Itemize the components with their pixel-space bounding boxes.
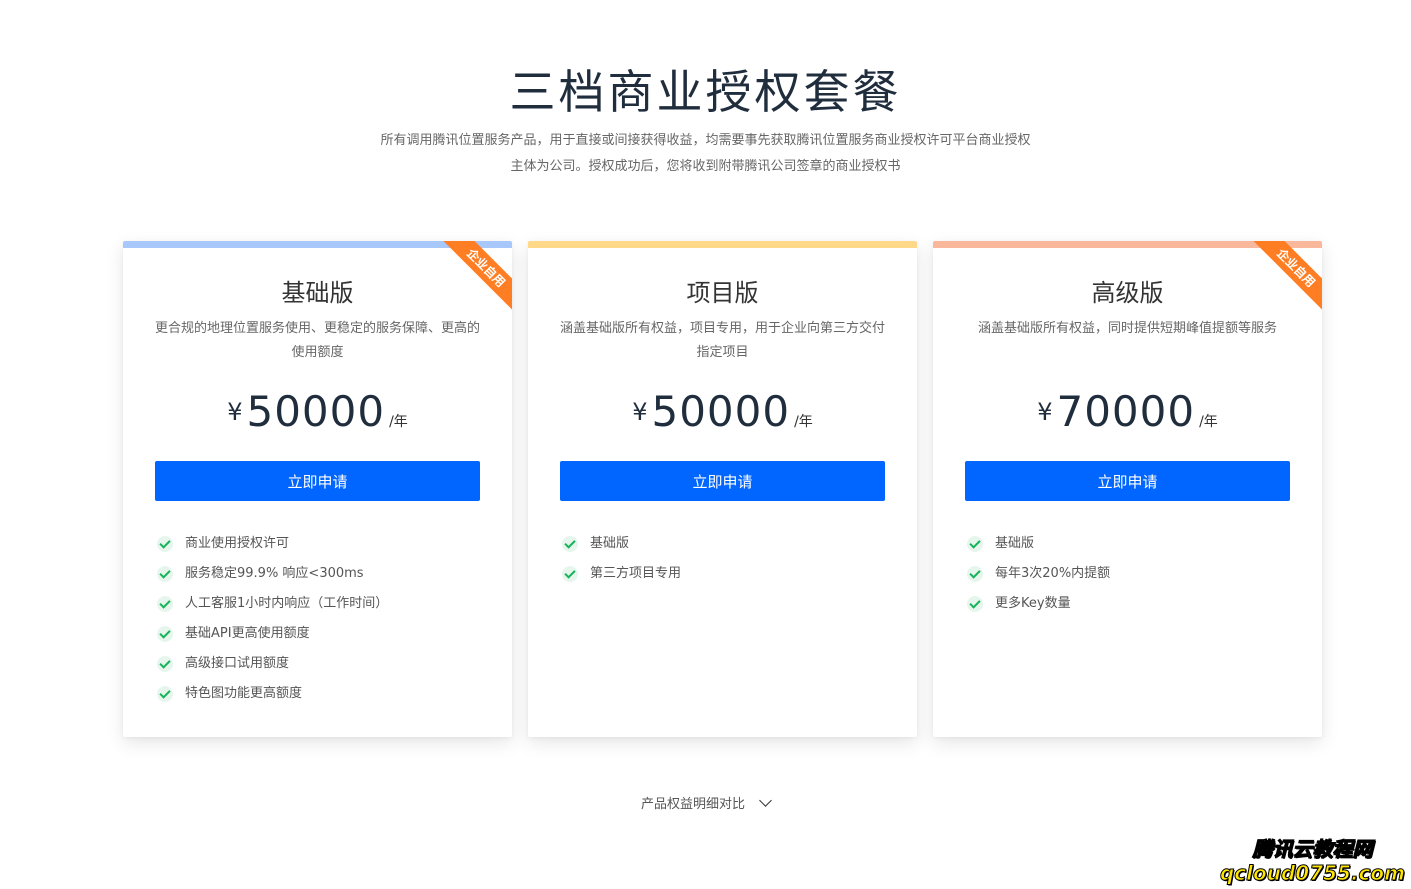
feature-item: 高级接口试用额度 — [157, 653, 388, 683]
plan-price: ¥70000/年 — [933, 387, 1322, 436]
watermark: 腾讯云教程网 qcloud0755.com — [1219, 837, 1405, 886]
feature-label: 基础版 — [995, 536, 1035, 551]
check-icon — [967, 596, 983, 612]
check-icon — [157, 566, 173, 582]
feature-label: 高级接口试用额度 — [185, 656, 290, 671]
plan-name: 项目版 — [686, 279, 759, 307]
apply-button[interactable]: 立即申请 — [155, 461, 480, 501]
feature-item: 第三方项目专用 — [562, 563, 681, 593]
price-amount: 50000 — [651, 387, 791, 436]
plan-price: ¥50000/年 — [123, 387, 512, 436]
plan-name: 基础版 — [281, 279, 354, 307]
feature-label: 特色图功能更高额度 — [185, 686, 303, 701]
feature-label: 基础API更高使用额度 — [185, 626, 310, 641]
card-topbar — [528, 241, 917, 248]
plan-card-basic: 企业自用 基础版 更合规的地理位置服务使用、更稳定的服务保障、更高的使用额度 ¥… — [123, 241, 512, 737]
check-icon — [967, 566, 983, 582]
price-amount: 50000 — [246, 387, 386, 436]
feature-item: 人工客服1小时内响应（工作时间） — [157, 593, 388, 623]
plan-card-project: 项目版 涵盖基础版所有权益，项目专用，用于企业向第三方交付指定项目 ¥50000… — [528, 241, 917, 737]
plan-price: ¥50000/年 — [528, 387, 917, 436]
compare-details-link[interactable]: 产品权益明细对比 — [0, 793, 1411, 812]
watermark-line-2: qcloud0755.com — [1219, 861, 1405, 886]
price-unit: /年 — [389, 414, 408, 430]
check-icon — [967, 536, 983, 552]
chevron-down-icon — [759, 794, 772, 807]
compare-label: 产品权益明细对比 — [640, 797, 745, 812]
feature-label: 商业使用授权许可 — [185, 536, 290, 551]
feature-item: 更多Key数量 — [967, 593, 1110, 623]
feature-item: 商业使用授权许可 — [157, 533, 388, 563]
currency-symbol: ¥ — [1037, 398, 1053, 426]
plan-name: 高级版 — [1091, 279, 1164, 307]
currency-symbol: ¥ — [632, 398, 648, 426]
page-title: 三档商业授权套餐 — [509, 65, 902, 119]
price-unit: /年 — [794, 414, 813, 430]
watermark-line-1: 腾讯云教程网 — [1252, 837, 1373, 862]
subtitle-line-1: 所有调用腾讯位置服务产品，用于直接或间接获得收益，均需要事先获取腾讯位置服务商业… — [380, 133, 1031, 148]
page-subtitle: 所有调用腾讯位置服务产品，用于直接或间接获得收益，均需要事先获取腾讯位置服务商业… — [0, 128, 1411, 180]
feature-item: 基础版 — [967, 533, 1110, 563]
check-icon — [157, 536, 173, 552]
feature-item: 特色图功能更高额度 — [157, 683, 388, 713]
feature-label: 服务稳定99.9% 响应<300ms — [185, 566, 364, 581]
check-icon — [157, 596, 173, 612]
feature-label: 第三方项目专用 — [590, 566, 682, 581]
feature-item: 基础API更高使用额度 — [157, 623, 388, 653]
plan-card-advanced: 企业自用 高级版 涵盖基础版所有权益，同时提供短期峰值提额等服务 ¥70000/… — [933, 241, 1322, 737]
check-icon — [157, 686, 173, 702]
check-icon — [562, 536, 578, 552]
price-unit: /年 — [1199, 414, 1218, 430]
check-icon — [157, 656, 173, 672]
currency-symbol: ¥ — [227, 398, 243, 426]
feature-label: 每年3次20%内提额 — [995, 566, 1111, 581]
feature-list: 基础版 第三方项目专用 — [562, 533, 681, 593]
plan-description: 涵盖基础版所有权益，同时提供短期峰值提额等服务 — [977, 321, 1277, 336]
check-icon — [157, 626, 173, 642]
feature-list: 商业使用授权许可 服务稳定99.9% 响应<300ms 人工客服1小时内响应（工… — [157, 533, 388, 713]
feature-label: 基础版 — [590, 536, 630, 551]
feature-item: 基础版 — [562, 533, 681, 563]
apply-button[interactable]: 立即申请 — [560, 461, 885, 501]
plan-description: 涵盖基础版所有权益，项目专用，用于企业向第三方交付指定项目 — [559, 321, 885, 360]
price-amount: 70000 — [1056, 387, 1196, 436]
feature-label: 更多Key数量 — [995, 596, 1071, 611]
pricing-page: 三档商业授权套餐 所有调用腾讯位置服务产品，用于直接或间接获得收益，均需要事先获… — [0, 0, 1411, 889]
check-icon — [562, 566, 578, 582]
feature-item: 服务稳定99.9% 响应<300ms — [157, 563, 388, 593]
feature-label: 人工客服1小时内响应（工作时间） — [185, 596, 389, 611]
subtitle-line-2: 主体为公司。授权成功后，您将收到附带腾讯公司签章的商业授权书 — [510, 159, 901, 174]
feature-list: 基础版 每年3次20%内提额 更多Key数量 — [967, 533, 1110, 623]
apply-button[interactable]: 立即申请 — [965, 461, 1290, 501]
feature-item: 每年3次20%内提额 — [967, 563, 1110, 593]
plan-description: 更合规的地理位置服务使用、更稳定的服务保障、更高的使用额度 — [154, 321, 480, 360]
